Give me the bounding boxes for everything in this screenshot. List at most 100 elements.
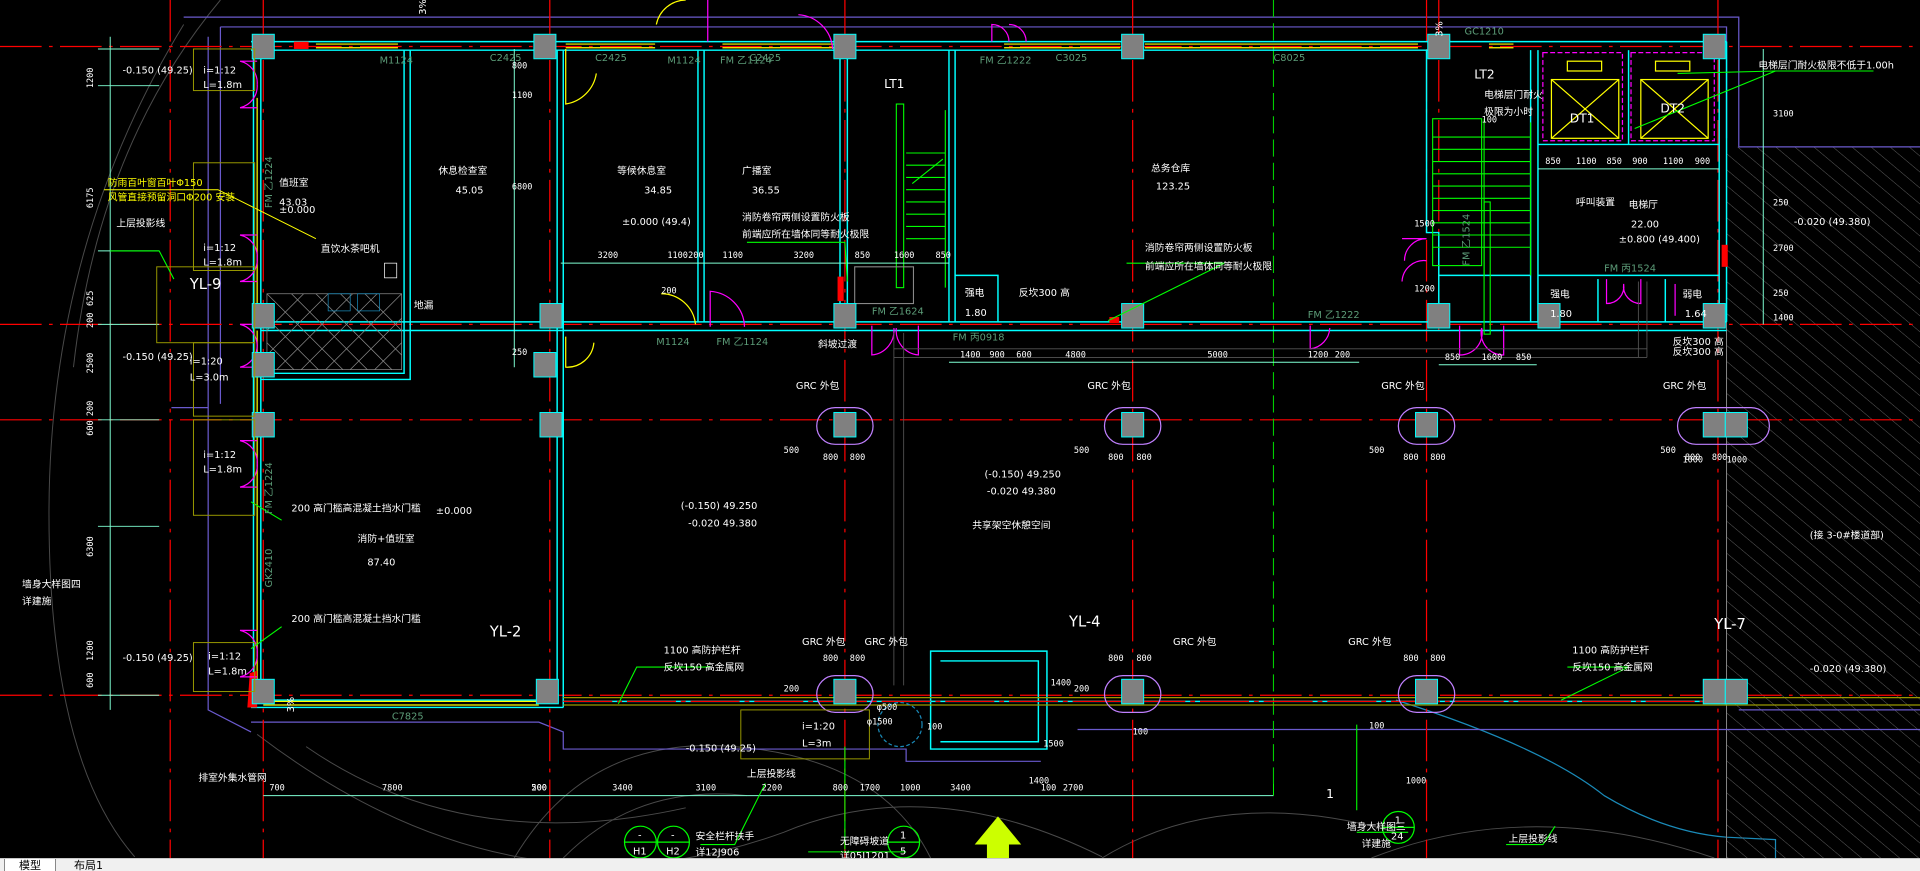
slope-label: i=1:20 — [190, 357, 223, 368]
column — [1427, 33, 1451, 60]
dimension-label: 800 — [850, 453, 865, 463]
slope-label: L=3.0m — [190, 373, 229, 384]
detail-mark: - — [638, 830, 642, 841]
dimension-label: 250 — [1773, 199, 1788, 209]
opening-label: C2425 — [749, 53, 781, 64]
column — [1415, 678, 1439, 705]
column — [533, 352, 557, 378]
opening-label: GC1210 — [1464, 26, 1503, 37]
elevator-label: DT2 — [1660, 102, 1685, 116]
elevation-label: -0.150 (49.25) — [122, 65, 192, 76]
dimension-label: 3100 — [696, 784, 717, 794]
room-name: 电梯厅 — [1629, 198, 1659, 211]
column-tag: YL-2 — [489, 623, 522, 640]
room-name: 消防+值班室 — [358, 532, 415, 545]
space-label: 斜坡过渡 — [818, 338, 857, 351]
dimension-label: 1200 — [86, 68, 96, 89]
column — [1415, 411, 1439, 438]
room-area: 1.80 — [965, 308, 987, 319]
dimension-label: 625 — [86, 291, 96, 306]
dimension-label: 6300 — [86, 536, 96, 557]
dimension-label: 3200 — [793, 251, 814, 261]
dimension-label: 4800 — [1065, 350, 1086, 360]
site-boundary-lines — [171, 16, 1920, 762]
grc-label: GRC 外包 — [1381, 379, 1425, 392]
tab-model[interactable]: 模型 — [4, 859, 56, 871]
grc-label: GRC 外包 — [802, 635, 846, 648]
column — [251, 352, 275, 378]
slope-label: L=1.8m — [208, 666, 247, 677]
dimension-label: 1000 — [1406, 776, 1427, 786]
column — [833, 411, 857, 438]
entrance-arrow-icon — [974, 816, 1022, 858]
dimension-label: 1400 — [1051, 678, 1072, 688]
dimension-label: 2700 — [1063, 784, 1084, 794]
note: 安全栏杆扶手 — [696, 830, 755, 843]
opening-label: FM 乙1224 — [263, 156, 275, 208]
room-name: 广播室 — [742, 164, 772, 177]
column — [1702, 678, 1726, 705]
column — [1702, 33, 1726, 60]
dimension-label: 800 — [1403, 453, 1418, 463]
toilet-tile-pattern — [266, 262, 402, 371]
slope-label: i=1:12 — [208, 652, 241, 663]
stair-label: LT1 — [884, 77, 904, 91]
dimension-label: 850 — [855, 251, 870, 261]
note: 上层投影线 — [747, 767, 796, 780]
slope-percent: 3% — [286, 697, 297, 713]
note: 前端应所在墙体同等耐火极限 — [742, 227, 869, 240]
tab-layout-1[interactable]: 布局1 — [60, 859, 117, 871]
column — [533, 33, 557, 60]
walls — [251, 40, 1728, 750]
note: 电梯层门耐火 — [1484, 88, 1543, 101]
dimension-label: 5000 — [1207, 350, 1228, 360]
grc-label: GRC 外包 — [1087, 379, 1131, 392]
note: 200 高门槛高混凝土挡水门槛 — [291, 502, 421, 515]
dimension-label: 1100 — [1663, 157, 1684, 167]
dimension-label: 1100 — [512, 91, 533, 101]
slope-label: i=1:12 — [203, 243, 236, 254]
grc-label: GRC 外包 — [1173, 635, 1217, 648]
column — [539, 303, 563, 329]
dimension-label: 100 — [1369, 721, 1384, 731]
column — [1427, 303, 1451, 329]
column — [1121, 33, 1145, 60]
dimension-label: 850 — [1445, 353, 1460, 363]
dimension-label: 7800 — [382, 784, 403, 794]
dimension-label: 2700 — [1773, 244, 1794, 254]
opening-label: C2425 — [595, 53, 627, 64]
note: 反坎150 高金属网 — [664, 661, 744, 674]
pipe-trench — [893, 281, 1648, 686]
elevation-label: -0.020 49.380 — [987, 486, 1056, 497]
dimension-label: 200 — [661, 287, 676, 297]
grc-label: GRC 外包 — [796, 379, 840, 392]
column-tag: YL-7 — [1713, 616, 1746, 633]
slope-label: L=1.8m — [203, 80, 242, 91]
dimension-label: 900 — [1695, 157, 1710, 167]
detail-mark: 1 — [1395, 816, 1401, 827]
elevation-label: -0.150 (49.25) — [686, 744, 756, 755]
dimension-label: 700 — [269, 784, 284, 794]
dimension-label: 2500 — [86, 353, 96, 374]
stair-lt2 — [1432, 118, 1532, 335]
column — [251, 678, 275, 705]
dimension-label: 500 — [1074, 446, 1089, 456]
column — [1702, 411, 1726, 438]
dimension-label: 800 — [1712, 453, 1727, 463]
room-area: 36.55 — [752, 185, 780, 196]
opening-label: M1124 — [380, 56, 413, 67]
detail-mark: - — [671, 830, 675, 841]
note: 详05J1201 — [840, 849, 890, 858]
elevation-label: ±0.000 (49.4) — [622, 217, 691, 228]
room-area: 1.64 — [1685, 309, 1707, 320]
dimension-label: 800 — [1136, 654, 1151, 664]
cad-drawing-canvas[interactable]: M1124 C2425 C2425 M1124 FM 乙1124C2425 FM 乙122… — [0, 0, 1920, 858]
note: 无障碍坡道 — [840, 835, 889, 848]
elevation-label: (-0.150) 49.250 — [681, 501, 758, 512]
space-label: 呼叫装置 — [1576, 196, 1615, 209]
slope-label: i=1:12 — [203, 450, 236, 461]
column — [251, 411, 275, 438]
dimension-label: 850 — [1516, 353, 1531, 363]
elevation-label: ±0.000 — [279, 205, 315, 216]
dimension-label: 800 — [512, 62, 527, 72]
